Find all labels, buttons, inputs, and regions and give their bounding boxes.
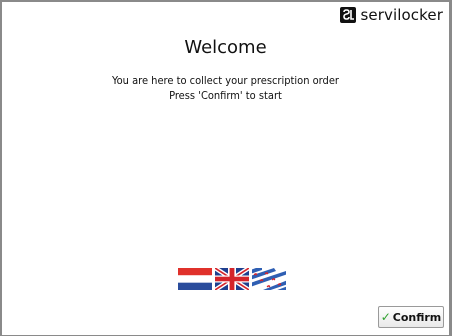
brand-name: servilocker — [360, 6, 443, 24]
welcome-title: Welcome — [184, 37, 267, 58]
kiosk-screen: servilocker Welcome You are here to coll… — [2, 2, 449, 335]
servilocker-logo-icon — [339, 7, 356, 23]
uk-flag-icon[interactable] — [215, 268, 249, 290]
netherlands-flag-icon[interactable] — [178, 268, 212, 290]
welcome-instruction: You are here to collect your prescriptio… — [112, 74, 339, 87]
language-selector — [178, 268, 286, 290]
servilocker-logo: servilocker — [339, 6, 444, 24]
friesland-flag-icon[interactable] — [252, 268, 286, 290]
checkmark-icon: ✓ — [380, 310, 391, 324]
confirm-button[interactable]: ✓ Confirm — [378, 306, 444, 328]
confirm-instruction: Press 'Confirm' to start — [169, 89, 282, 102]
confirm-label: Confirm — [392, 310, 442, 324]
